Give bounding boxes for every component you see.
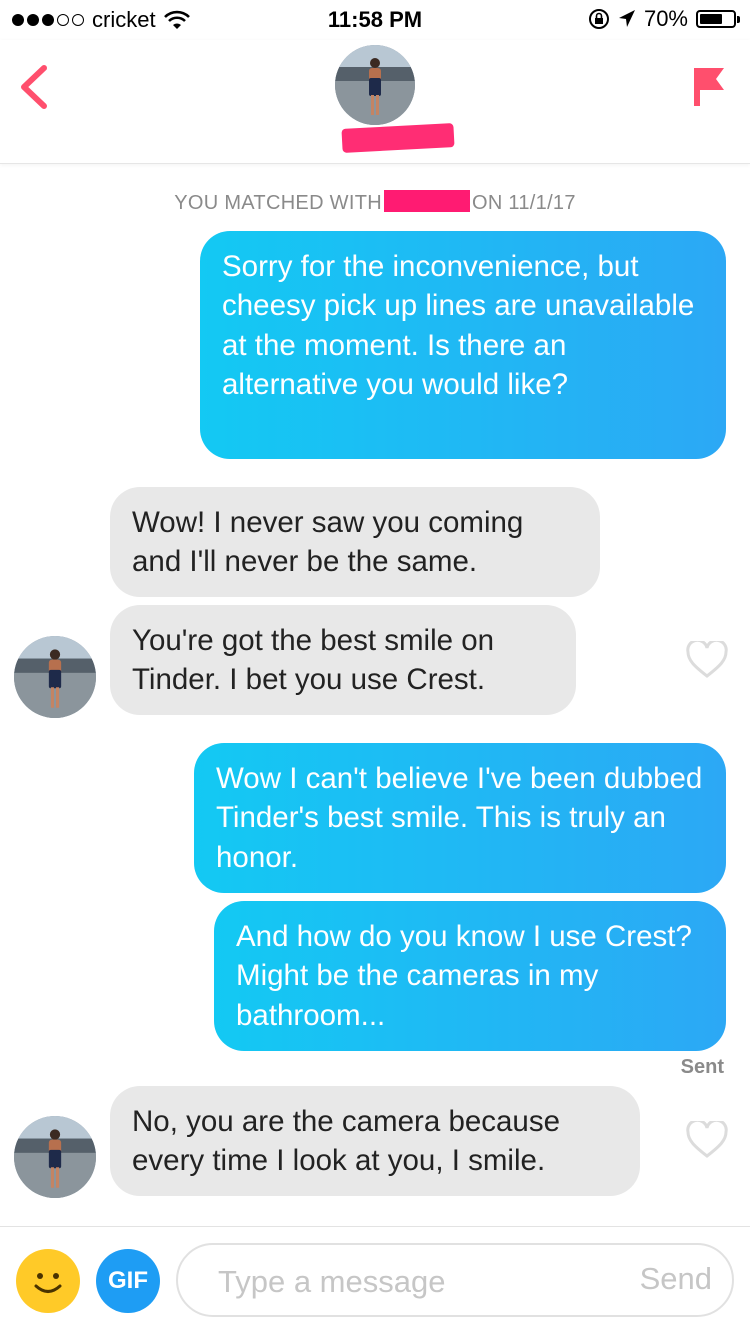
outgoing-message[interactable]: And how do you know I use Crest? Might b…	[214, 901, 726, 1051]
message-text: You're got the best smile on Tinder. I b…	[132, 624, 495, 697]
like-message-button[interactable]	[686, 638, 728, 679]
like-message-button[interactable]	[686, 1118, 728, 1159]
emoji-button[interactable]	[16, 1249, 80, 1313]
name-redaction	[341, 123, 455, 153]
match-notice: YOU MATCHED WITH ON 11/1/17	[0, 190, 750, 215]
flag-icon	[694, 68, 724, 106]
send-button[interactable]: Send	[640, 1261, 712, 1297]
delivery-status: Sent	[680, 1056, 724, 1078]
status-bar-right: 70%	[588, 6, 740, 32]
outgoing-message[interactable]: Sorry for the inconvenience, but cheesy …	[200, 231, 726, 459]
message-text: Wow! I never saw you coming and I'll nev…	[132, 506, 524, 579]
gif-button[interactable]: GIF	[96, 1249, 160, 1313]
report-button[interactable]	[690, 62, 730, 112]
chat-header	[0, 40, 750, 164]
match-avatar[interactable]	[14, 636, 96, 718]
incoming-message[interactable]: Wow! I never saw you coming and I'll nev…	[110, 487, 600, 597]
status-bar: cricket 11:58 PM 70%	[0, 0, 750, 40]
message-input[interactable]	[216, 1261, 600, 1303]
heart-icon	[686, 1118, 728, 1158]
incoming-message[interactable]: No, you are the camera because every tim…	[110, 1086, 640, 1196]
chevron-left-icon	[21, 65, 47, 109]
back-button[interactable]	[16, 62, 56, 112]
match-profile-avatar[interactable]	[335, 45, 415, 125]
battery-icon	[696, 10, 740, 28]
message-text: Sorry for the inconvenience, but cheesy …	[222, 250, 695, 402]
message-text: Wow I can't believe I've been dubbed Tin…	[216, 762, 703, 874]
match-notice-date: ON 11/1/17	[471, 192, 576, 214]
message-composer: GIF Send	[0, 1226, 750, 1335]
match-avatar[interactable]	[14, 1116, 96, 1198]
incoming-message[interactable]: You're got the best smile on Tinder. I b…	[110, 605, 576, 715]
name-redaction	[383, 190, 470, 212]
message-input-container: Send	[176, 1243, 734, 1317]
battery-percent: 70%	[643, 6, 688, 31]
orientation-lock-icon	[588, 9, 609, 29]
location-arrow-icon	[618, 10, 635, 27]
heart-icon	[686, 638, 728, 678]
match-notice-prefix: YOU MATCHED WITH	[174, 192, 382, 214]
message-text: No, you are the camera because every tim…	[132, 1105, 560, 1178]
smiley-icon	[34, 1273, 62, 1293]
message-text: And how do you know I use Crest? Might b…	[236, 920, 692, 1032]
outgoing-message[interactable]: Wow I can't believe I've been dubbed Tin…	[194, 743, 726, 893]
